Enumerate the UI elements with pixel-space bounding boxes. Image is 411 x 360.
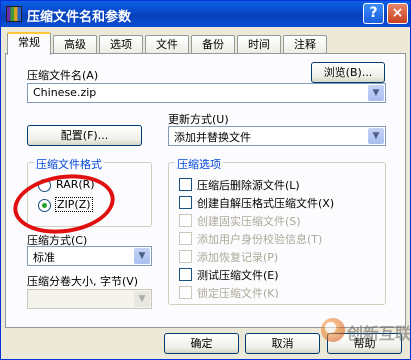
tab-comment[interactable]: 注释 xyxy=(283,35,327,54)
tab-general[interactable]: 常规 xyxy=(7,32,51,55)
tab-backup[interactable]: 备份 xyxy=(191,35,235,54)
watermark: 创新互联 xyxy=(321,314,411,344)
archive-name-value: Chinese.zip xyxy=(31,85,99,101)
watermark-logo-icon xyxy=(321,318,345,342)
checkbox-icon xyxy=(179,196,192,209)
tab-advanced[interactable]: 高级 xyxy=(53,35,97,54)
archive-options-group: 压缩选项 压缩后删除源文件(L) 创建自解压格式压缩文件(X) 创建固实压缩文件… xyxy=(168,156,386,305)
help-title-button[interactable]: ? xyxy=(363,3,384,24)
split-size-value xyxy=(31,291,35,307)
tab-files[interactable]: 文件 xyxy=(145,35,189,54)
compression-method-value: 标准 xyxy=(33,251,55,264)
compression-method-select[interactable]: 标准 ▼ xyxy=(27,246,152,266)
option-label: 锁定压缩文件(K) xyxy=(197,287,279,300)
archive-format-title: 压缩文件格式 xyxy=(34,156,104,172)
option-label: 添加用户身份校验信息(T) xyxy=(197,233,323,246)
update-mode-select[interactable]: 添加并替换文件 ▼ xyxy=(168,126,386,146)
option-label: 测试压缩文件(E) xyxy=(197,269,279,282)
dropdown-arrow-icon[interactable]: ▼ xyxy=(368,128,384,144)
update-mode-value: 添加并替换文件 xyxy=(174,131,251,144)
checkbox-icon xyxy=(179,286,192,299)
dropdown-arrow-icon[interactable]: ▼ xyxy=(134,248,150,264)
winrar-icon xyxy=(6,6,22,22)
window-title: 压缩文件名和参数 xyxy=(27,10,132,25)
dropdown-arrow-icon[interactable]: ▼ xyxy=(134,291,150,307)
checkbox-icon xyxy=(179,250,192,263)
close-button[interactable]: × xyxy=(387,3,408,24)
archive-options-title: 压缩选项 xyxy=(175,156,223,172)
option-label: 创建自解压格式压缩文件(X) xyxy=(197,197,335,210)
archive-dialog: 压缩文件名和参数 ? × 常规 高级 选项 文件 备份 时间 注释 压缩文件名(… xyxy=(0,0,411,360)
archive-name-label: 压缩文件名(A) xyxy=(27,69,99,82)
update-mode-label: 更新方式(U) xyxy=(168,113,229,126)
checkbox-icon xyxy=(179,268,192,281)
option-label: 创建固实压缩文件(S) xyxy=(197,215,301,228)
split-size-select[interactable]: ▼ xyxy=(27,289,152,309)
title-bar[interactable]: 压缩文件名和参数 ? × xyxy=(1,1,410,27)
browse-button[interactable]: 浏览(B)... xyxy=(311,62,385,83)
split-size-label: 压缩分卷大小, 字节(V) xyxy=(27,275,139,288)
tab-strip: 常规 高级 选项 文件 备份 时间 注释 xyxy=(5,32,405,55)
option-label: 压缩后删除源文件(L) xyxy=(197,179,300,192)
cancel-button[interactable]: 取消 xyxy=(245,333,320,354)
tab-options[interactable]: 选项 xyxy=(99,35,143,54)
profiles-button[interactable]: 配置(F)... xyxy=(27,125,142,146)
option-label: 添加恢复记录(P) xyxy=(197,251,279,264)
archive-name-combo[interactable]: Chinese.zip ▼ xyxy=(27,83,386,103)
dropdown-arrow-icon[interactable]: ▼ xyxy=(368,85,384,101)
checkbox-icon xyxy=(179,178,192,191)
watermark-text: 创新互联 xyxy=(347,324,411,343)
ok-button[interactable]: 确定 xyxy=(164,333,239,354)
tab-time[interactable]: 时间 xyxy=(237,35,281,54)
checkbox-icon xyxy=(179,232,192,245)
checkbox-icon xyxy=(179,214,192,227)
